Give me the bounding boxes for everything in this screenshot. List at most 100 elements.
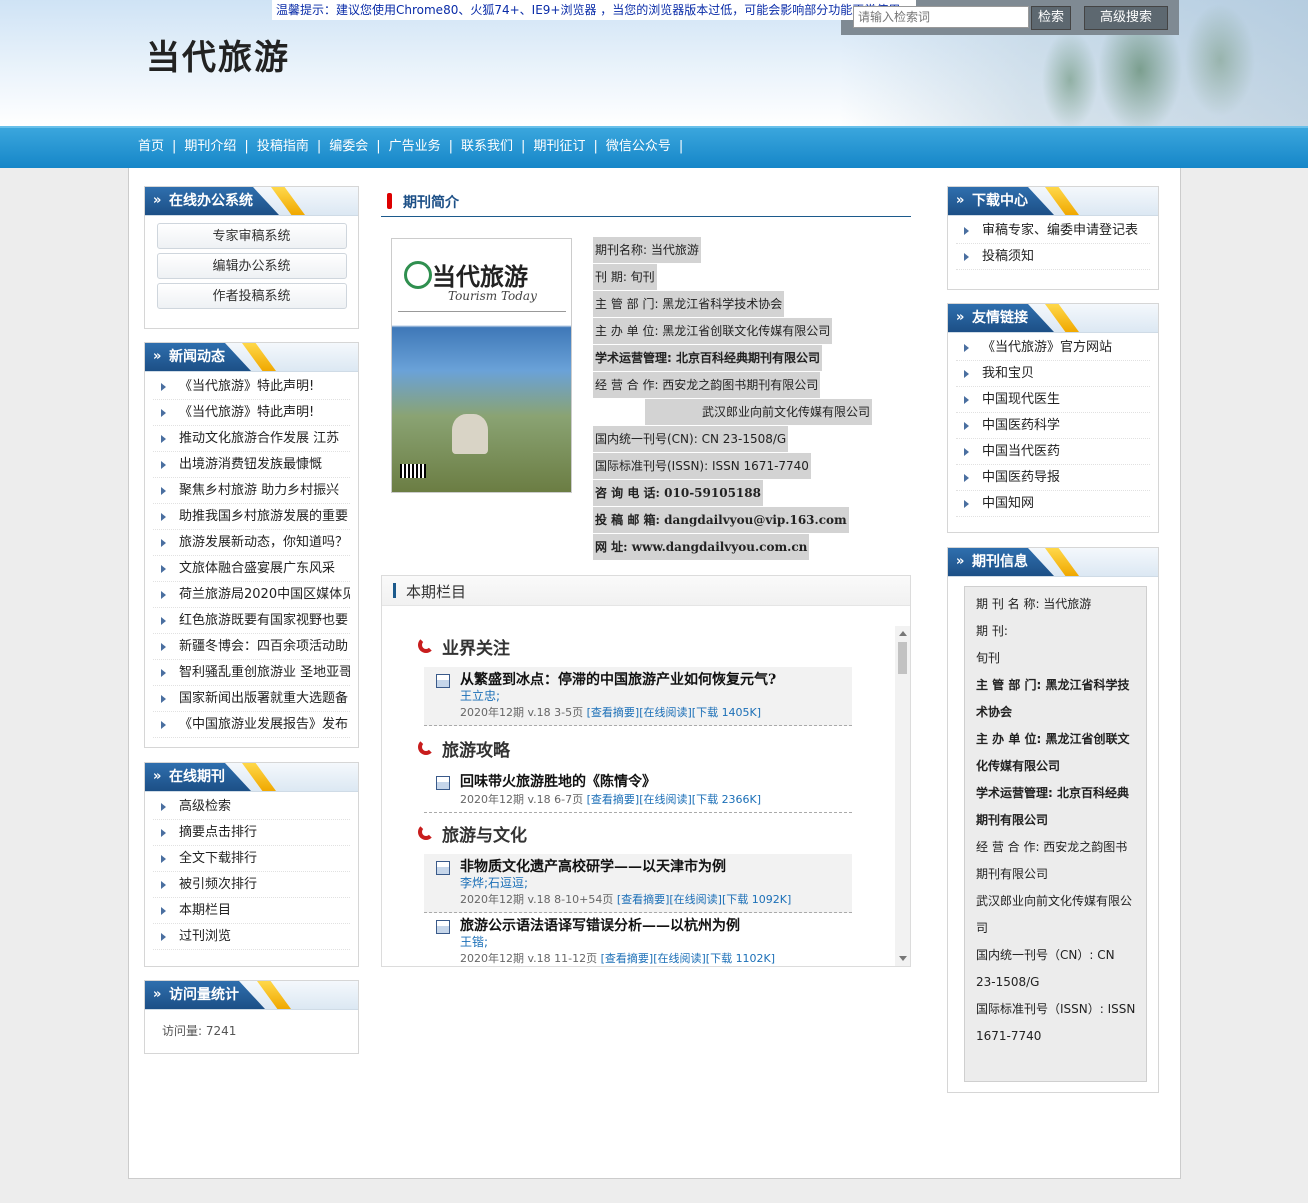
- article-links[interactable]: [查看摘要][在线阅读][下载 2366K]: [587, 793, 761, 806]
- article-item: 回味带火旅游胜地的《陈情令》 2020年12期 v.18 6-7页 [查看摘要]…: [424, 769, 852, 813]
- news-item-link[interactable]: 《中国旅游业发展报告》发布: [153, 712, 350, 738]
- search-button[interactable]: 检索: [1031, 6, 1071, 30]
- article-meta: 2020年12期 v.18 6-7页 [查看摘要][在线阅读][下载 2366K…: [460, 791, 852, 808]
- section-title-text: 旅游攻略: [442, 741, 510, 761]
- article-meta: 2020年12期 v.18 3-5页 [查看摘要][在线阅读][下载 1405K…: [460, 704, 852, 721]
- cover-barcode: [400, 464, 426, 478]
- swirl-icon: [418, 824, 434, 840]
- news-item-link[interactable]: 荷兰旅游局2020中国区媒体见: [153, 582, 350, 608]
- online-journal-list: 高级检索 摘要点击排行 全文下载排行 被引频次排行 本期栏目 过刊浏览: [145, 792, 358, 952]
- online-journal-title: 在线期刊: [145, 763, 251, 791]
- news-item-link[interactable]: 文旅体融合盛宴展广东风采: [153, 556, 350, 582]
- issue-scroll-area[interactable]: 业界关注 从繁盛到冰点：停滞的中国旅游产业如何恢复元气? 王立忠; 2020年1…: [382, 624, 910, 966]
- online-journal-link[interactable]: 全文下载排行: [153, 846, 350, 872]
- scroll-down-icon[interactable]: [899, 956, 907, 961]
- news-item-link[interactable]: 国家新闻出版署就重大选题备: [153, 686, 350, 712]
- friend-link[interactable]: 中国医药导报: [956, 465, 1150, 491]
- news-item-link[interactable]: 红色旅游既要有国家视野也要: [153, 608, 350, 634]
- news-item-link[interactable]: 旅游发展新动态，你知道吗？: [153, 530, 350, 556]
- article-title[interactable]: 非物质文化遗产高校研学——以天津市为例: [460, 858, 852, 876]
- expert-review-button[interactable]: 专家审稿系统: [156, 223, 347, 249]
- friend-link[interactable]: 《当代旅游》官方网站: [956, 335, 1150, 361]
- section-title-text: 旅游与文化: [442, 826, 527, 846]
- friend-link[interactable]: 中国现代医生: [956, 387, 1150, 413]
- news-item-link[interactable]: 《当代旅游》特此声明!: [153, 400, 350, 426]
- article-links[interactable]: [查看摘要][在线阅读][下载 1405K]: [587, 706, 761, 719]
- friend-link[interactable]: 我和宝贝: [956, 361, 1150, 387]
- friend-link[interactable]: 中国知网: [956, 491, 1150, 517]
- news-item-link[interactable]: 《当代旅游》特此声明!: [153, 374, 350, 400]
- news-list: 《当代旅游》特此声明! 《当代旅游》特此声明! 推动文化旅游合作发展 江苏 出境游消费…: [145, 372, 358, 740]
- info-line: 主 办 单 位: 黑龙江省创联文化传媒有限公司: [593, 318, 833, 344]
- current-issue-title: 本期栏目: [406, 583, 467, 601]
- nav-item: 期刊征订 |: [533, 128, 605, 166]
- header-stripe: [242, 343, 276, 371]
- nav-separator: |: [244, 139, 249, 154]
- nav-link[interactable]: 编委会: [329, 139, 368, 154]
- news-item-link[interactable]: 助推我国乡村旅游发展的重要: [153, 504, 350, 530]
- nav-link[interactable]: 期刊介绍: [184, 139, 236, 154]
- nav-link[interactable]: 联系我们: [461, 139, 513, 154]
- nav-link[interactable]: 广告业务: [389, 139, 441, 154]
- friend-link[interactable]: 中国当代医药: [956, 439, 1150, 465]
- nav-separator: |: [448, 139, 454, 154]
- article-links[interactable]: [查看摘要][在线阅读][下载 1092K]: [617, 893, 791, 906]
- nav-item: 微信公众号 |: [606, 128, 691, 166]
- article-author[interactable]: 李烨;石逗逗;: [460, 876, 852, 891]
- nav-link[interactable]: 期刊征订: [533, 139, 585, 154]
- news-item-link[interactable]: 聚焦乡村旅游 助力乡村振兴: [153, 478, 350, 504]
- nav-item: 首页 |: [138, 128, 184, 166]
- online-journal-link[interactable]: 过刊浏览: [153, 924, 350, 950]
- nav-separator: |: [172, 139, 177, 154]
- download-link[interactable]: 审稿专家、编委申请登记表: [956, 218, 1150, 244]
- document-icon: [436, 776, 450, 790]
- journal-info-panel: 期 刊 名 称: 当代旅游 期 刊: 旬刊 主 管 部 门: 黑龙江省科学技术协…: [964, 586, 1147, 1082]
- info-line: 咨 询 电 话: 010-59105188: [593, 480, 763, 506]
- online-journal-link[interactable]: 摘要点击排行: [153, 820, 350, 846]
- friend-link[interactable]: 中国医药科学: [956, 413, 1150, 439]
- friend-links-title: 友情链接: [948, 304, 1054, 332]
- article-links[interactable]: [查看摘要][在线阅读][下载 1102K]: [601, 952, 775, 965]
- scroll-up-icon[interactable]: [899, 631, 907, 636]
- author-submission-button[interactable]: 作者投稿系统: [156, 283, 347, 309]
- search-input[interactable]: [853, 6, 1029, 28]
- online-journal-link[interactable]: 本期栏目: [153, 898, 350, 924]
- nav-item: 投稿指南 |: [257, 128, 329, 166]
- nav-item: 编委会 |: [329, 128, 388, 166]
- article-author[interactable]: 王立忠;: [460, 689, 852, 704]
- article-title[interactable]: 从繁盛到冰点：停滞的中国旅游产业如何恢复元气?: [460, 671, 852, 689]
- scroll-thumb[interactable]: [898, 642, 907, 674]
- section-title-text: 业界关注: [442, 639, 510, 659]
- office-system-box: 在线办公系统 专家审稿系统 编辑办公系统 作者投稿系统: [144, 186, 359, 329]
- editor-office-button[interactable]: 编辑办公系统: [156, 253, 347, 279]
- header-stripe: [257, 981, 291, 1009]
- online-journal-link[interactable]: 被引频次排行: [153, 872, 350, 898]
- article-title[interactable]: 回味带火旅游胜地的《陈情令》: [460, 773, 852, 791]
- download-link[interactable]: 投稿须知: [956, 244, 1150, 270]
- news-item-link[interactable]: 推动文化旅游合作发展 江苏: [153, 426, 350, 452]
- site-title: 当代旅游: [146, 38, 290, 78]
- info-line: 期刊名称: 当代旅游: [593, 237, 701, 263]
- news-item-link[interactable]: 出境游消费钮发族最慷慨: [153, 452, 350, 478]
- news-item-link[interactable]: 新疆冬博会：四百余项活动助: [153, 634, 350, 660]
- document-icon: [436, 920, 450, 934]
- article-author[interactable]: 王锴;: [460, 935, 852, 950]
- nav-link[interactable]: 首页: [138, 139, 164, 154]
- nav-separator: |: [521, 139, 526, 154]
- friend-links-box: 友情链接 《当代旅游》官方网站我和宝贝中国现代医生中国医药科学中国当代医药中国医…: [947, 303, 1159, 533]
- swirl-icon: [418, 739, 434, 755]
- journal-info-line: 国际标准刊号（ISSN）: ISSN 1671-7740: [976, 1002, 1136, 1043]
- issue-scrollbar[interactable]: [895, 626, 910, 966]
- nav-link[interactable]: 微信公众号: [606, 139, 671, 154]
- friend-links-list: 《当代旅游》官方网站 我和宝贝 中国现代医生 中国医药科学 中国当代医药 中国医药导报 中国…: [948, 333, 1158, 519]
- current-issue-header: 本期栏目: [382, 576, 910, 606]
- news-item-link[interactable]: 智利骚乱重创旅游业 圣地亚哥: [153, 660, 350, 686]
- visit-stats-title: 访问量统计: [145, 981, 265, 1009]
- online-journal-link[interactable]: 高级检索: [153, 794, 350, 820]
- advanced-search-button[interactable]: 高级搜索: [1084, 6, 1168, 30]
- swirl-icon: [418, 637, 434, 653]
- friend-links-header: 友情链接: [948, 304, 1158, 333]
- article-title[interactable]: 旅游公示语法语译写错误分析——以杭州为例: [460, 917, 852, 935]
- info-line: 武汉郎业向前文化传媒有限公司: [645, 399, 873, 425]
- nav-link[interactable]: 投稿指南: [257, 139, 309, 154]
